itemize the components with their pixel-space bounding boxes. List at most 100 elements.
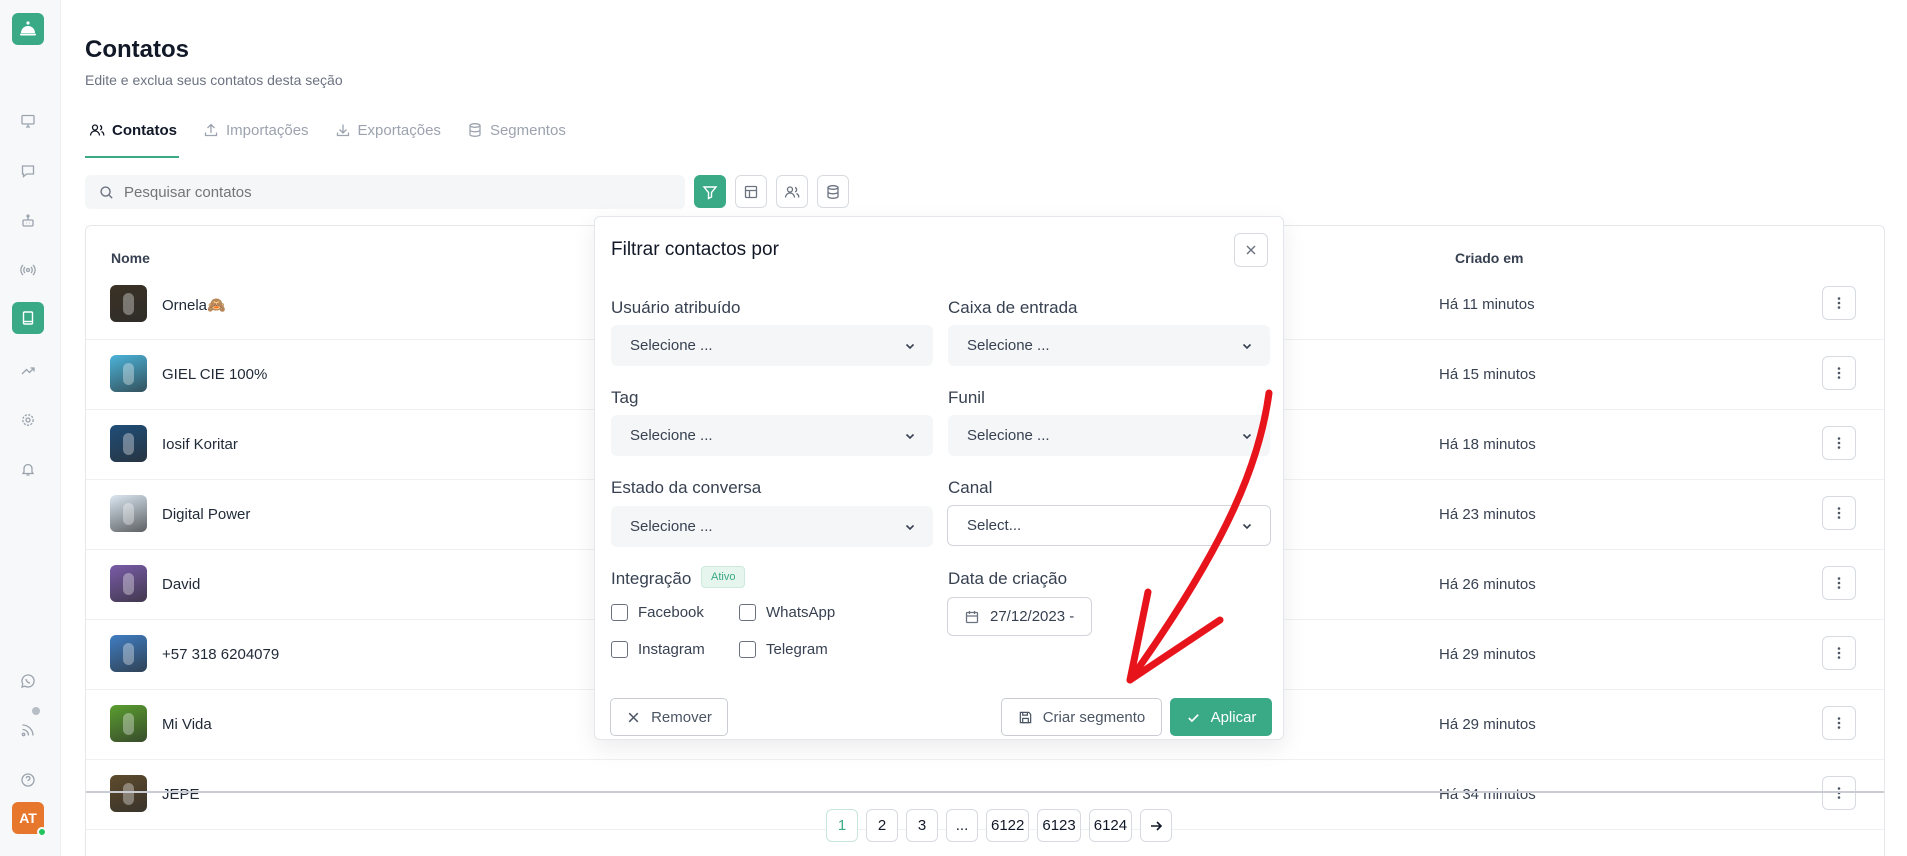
checkbox-telegram[interactable]: Telegram	[739, 641, 828, 658]
contacts-book-icon[interactable]	[12, 302, 44, 334]
robot-icon[interactable]	[19, 212, 37, 230]
contact-avatar	[110, 285, 147, 322]
close-icon	[628, 712, 639, 722]
chevron-down-icon	[1242, 343, 1252, 349]
checkbox-instagram[interactable]: Instagram	[611, 641, 705, 658]
row-actions-button[interactable]	[1822, 286, 1856, 320]
group-contacts-button[interactable]	[776, 175, 808, 208]
row-actions-button[interactable]	[1822, 496, 1856, 530]
avatar-figure	[123, 503, 134, 525]
contact-created-at: Há 29 minutos	[1439, 716, 1536, 733]
online-status-dot	[37, 827, 47, 837]
tag-select[interactable]: Selecione ...	[611, 415, 933, 456]
contact-name[interactable]: David	[162, 576, 200, 593]
trending-up-icon[interactable]	[19, 361, 37, 379]
save-icon	[1019, 711, 1031, 723]
bell-icon[interactable]	[19, 460, 37, 478]
page-button-6123[interactable]: 6123	[1037, 809, 1081, 842]
button-label: Aplicar	[1210, 708, 1257, 726]
channel-select[interactable]: Select...	[947, 505, 1271, 546]
channel-label: Canal	[948, 478, 993, 497]
page-ellipsis[interactable]: ...	[946, 809, 978, 842]
active-tab-indicator	[85, 156, 179, 158]
creation-date-picker[interactable]: 27/12/2023 -	[947, 597, 1092, 636]
create-segment-button[interactable]: Criar segmento	[1001, 698, 1162, 736]
rss-feed-icon[interactable]	[19, 721, 37, 739]
checkbox-facebook[interactable]: Facebook	[611, 604, 704, 621]
contact-name[interactable]: GIEL CIE 100%	[162, 366, 267, 383]
page-button-6124[interactable]: 6124	[1088, 809, 1133, 842]
conversation-state-select[interactable]: Selecione ...	[611, 506, 933, 547]
checkbox-whatsapp[interactable]: WhatsApp	[739, 604, 835, 621]
apply-button[interactable]: Aplicar	[1170, 698, 1272, 736]
contact-name[interactable]: JEPE	[162, 786, 200, 803]
checkbox-box[interactable]	[739, 604, 756, 621]
row-actions-button[interactable]	[1822, 356, 1856, 390]
contact-name[interactable]: +57 318 6204079	[162, 646, 279, 663]
close-button[interactable]	[1234, 233, 1268, 267]
whatsapp-icon[interactable]	[19, 672, 37, 690]
tab-exportacoes[interactable]: Exportações	[331, 118, 445, 142]
settings-gear-icon[interactable]	[19, 411, 37, 429]
checkbox-box[interactable]	[611, 641, 628, 658]
row-actions-button[interactable]	[1822, 566, 1856, 600]
help-circle-icon[interactable]	[19, 771, 37, 789]
more-vertical-icon	[1837, 297, 1841, 309]
segments-button[interactable]	[817, 175, 849, 208]
contact-avatar	[110, 565, 147, 602]
database-icon	[469, 123, 481, 137]
calendar-icon	[965, 610, 979, 623]
filter-button[interactable]	[694, 175, 726, 208]
row-actions-button[interactable]	[1822, 636, 1856, 670]
contact-name[interactable]: Ornela🙈	[162, 296, 226, 314]
columns-button[interactable]	[735, 175, 767, 208]
tab-contatos[interactable]: Contatos	[85, 118, 181, 142]
row-actions-button[interactable]	[1822, 426, 1856, 460]
page-button-6122[interactable]: 6122	[986, 809, 1030, 842]
contact-created-at: Há 18 minutos	[1439, 436, 1536, 453]
checkbox-box[interactable]	[611, 604, 628, 621]
next-page-button[interactable]	[1140, 809, 1173, 842]
contact-avatar	[110, 705, 147, 742]
more-vertical-icon	[1837, 647, 1841, 659]
search-input[interactable]	[124, 183, 624, 201]
chat-icon[interactable]	[19, 162, 37, 180]
tabs-bar: Contatos Importações Exportações Segment…	[85, 118, 588, 158]
row-actions-button[interactable]	[1822, 776, 1856, 810]
contact-created-at: Há 29 minutos	[1439, 646, 1536, 663]
page-button-3[interactable]: 3	[906, 809, 938, 842]
checkbox-label: Instagram	[638, 641, 705, 658]
inbox-select[interactable]: Selecione ...	[948, 325, 1270, 366]
checkbox-label: Facebook	[638, 604, 704, 621]
page-button-1[interactable]: 1	[826, 809, 858, 842]
database-icon	[827, 184, 839, 199]
contact-created-at: Há 11 minutos	[1439, 296, 1535, 313]
arrow-right-icon	[1151, 820, 1163, 831]
contact-created-at: Há 34 minutos	[1439, 786, 1536, 803]
user-avatar[interactable]: AT	[12, 802, 47, 837]
broadcast-icon[interactable]	[19, 261, 37, 279]
remove-button[interactable]: Remover	[610, 698, 728, 736]
more-vertical-icon	[1837, 367, 1841, 379]
contact-name[interactable]: Mi Vida	[162, 716, 212, 733]
checkbox-box[interactable]	[739, 641, 756, 658]
page-subtitle: Edite e exclua seus contatos desta seção	[85, 72, 343, 88]
page-button-2[interactable]: 2	[866, 809, 898, 842]
table-layout-icon	[744, 185, 758, 198]
tab-segmentos[interactable]: Segmentos	[463, 118, 570, 142]
contact-created-at: Há 26 minutos	[1439, 576, 1536, 593]
more-vertical-icon	[1837, 717, 1841, 729]
funnel-select[interactable]: Selecione ...	[948, 415, 1270, 456]
assigned-user-select[interactable]: Selecione ...	[611, 325, 933, 366]
tab-importacoes[interactable]: Importações	[199, 118, 313, 142]
monitor-icon[interactable]	[19, 112, 37, 130]
app-logo[interactable]	[12, 13, 44, 45]
contact-name[interactable]: Iosif Koritar	[162, 436, 238, 453]
search-icon	[100, 185, 113, 199]
chevron-down-icon	[905, 524, 915, 530]
contact-created-at: Há 15 minutos	[1439, 366, 1536, 383]
contact-name[interactable]: Digital Power	[162, 506, 250, 523]
contact-created-at: Há 23 minutos	[1439, 506, 1536, 523]
column-header-name: Nome	[111, 250, 150, 266]
row-actions-button[interactable]	[1822, 706, 1856, 740]
